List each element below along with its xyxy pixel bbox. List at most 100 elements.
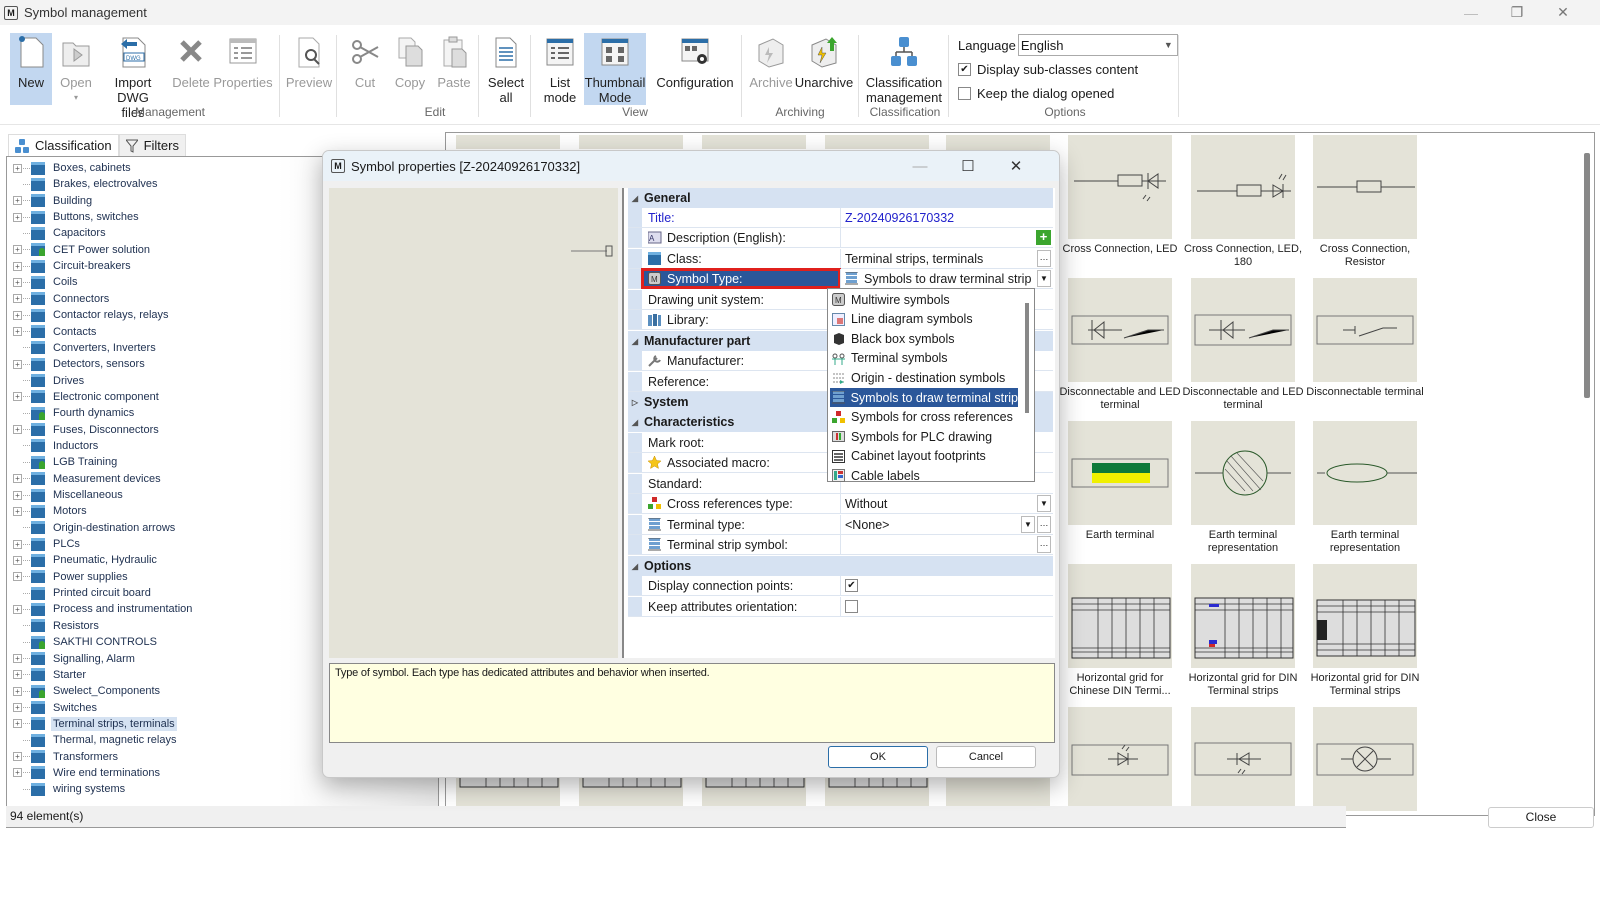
property-value[interactable] [840,597,1053,616]
symbol-type-option[interactable]: Line diagram symbols [830,310,1018,329]
symbol-thumbnail[interactable] [1068,135,1172,239]
select-all-button[interactable]: Select all [484,33,528,105]
tab-classification[interactable]: Classification [8,134,119,156]
expand-icon[interactable]: + [13,490,22,500]
expand-icon[interactable]: + [13,327,22,336]
expand-icon[interactable]: + [13,604,22,614]
expand-icon[interactable]: + [13,310,22,320]
dropdown-scrollbar[interactable] [1025,303,1029,413]
expand-icon[interactable]: + [13,277,22,287]
expand-icon[interactable]: + [13,506,22,516]
open-button[interactable]: Open ▾ [56,33,96,105]
unarchive-button[interactable]: Unarchive [795,33,853,105]
restore-button[interactable]: ❐ [1494,0,1540,25]
symbol-type-option[interactable]: Cable labels [830,466,1018,485]
symbol-type-option[interactable]: M Multiwire symbols [830,290,1018,309]
property-row-cross-references-type[interactable]: Cross references type: Without ▼ [628,494,1053,514]
grid-vertical-scrollbar[interactable] [1584,153,1590,398]
expand-icon[interactable]: + [13,752,22,762]
symbol-thumbnail[interactable] [1191,135,1295,239]
symbol-type-option[interactable]: Origin - destination symbols [830,368,1018,387]
property-value[interactable]: Terminal strips, terminals [840,249,1053,268]
symbol-thumbnail[interactable] [1191,564,1295,668]
expand-icon[interactable]: + [13,196,22,206]
tree-item[interactable]: + Contacts [7,324,98,340]
close-window-button[interactable]: ✕ [1540,0,1586,25]
tree-item[interactable]: + Contactor relays, relays [7,307,171,323]
symbol-thumbnail[interactable] [1313,135,1417,239]
symbol-type-dropdown-button[interactable]: ▼ [1037,270,1051,287]
display-subclasses-option[interactable]: ✔ Display sub-classes content [958,57,1178,81]
browse-ellipsis-button[interactable]: … [1037,536,1051,553]
expand-icon[interactable]: + [13,555,22,565]
terminal-type-dropdown-button[interactable]: ▼ [1021,516,1035,533]
property-row-description[interactable]: A Description (English): + [628,228,1053,248]
tree-item[interactable]: + Transformers [7,749,120,765]
tree-item[interactable]: + Coils [7,274,79,290]
tree-item[interactable]: Origin-destination arrows [7,520,177,536]
paste-button[interactable]: Paste [434,33,474,105]
expand-icon[interactable]: + [13,163,22,173]
collapse-arrow-icon[interactable]: ◢ [628,194,642,203]
tree-item[interactable]: + Switches [7,700,99,716]
tree-item[interactable]: + Building [7,193,94,209]
configuration-button[interactable]: Configuration [656,33,734,105]
symbol-thumbnail[interactable] [1191,421,1295,525]
category-header[interactable]: ◢ Options [628,556,1053,576]
tree-item[interactable]: Inductors [7,438,100,454]
symbol-thumbnail[interactable] [1068,564,1172,668]
expand-icon[interactable]: + [13,261,22,271]
tree-item[interactable]: + Electronic component [7,389,161,405]
tree-item[interactable]: LGB Training [7,454,119,470]
list-mode-button[interactable]: List mode [542,33,578,105]
symbol-type-option[interactable]: Terminal symbols [830,349,1018,368]
tree-item[interactable]: Converters, Inverters [7,340,158,356]
symbol-thumbnail[interactable] [1191,707,1295,811]
collapse-arrow-icon[interactable]: ◢ [628,418,642,427]
tree-item[interactable]: wiring systems [7,781,127,797]
symbol-thumbnail[interactable] [1068,707,1172,811]
tree-item[interactable]: Capacitors [7,225,108,241]
dialog-minimize-button[interactable]: — [897,151,943,181]
browse-ellipsis-button[interactable]: … [1037,250,1051,267]
symbol-type-dropdown-list[interactable]: M Multiwire symbols Line diagram symbols Bl… [827,288,1035,485]
tree-item[interactable]: + CET Power solution [7,242,152,258]
symbol-thumbnail[interactable] [1313,421,1417,525]
symbol-type-option[interactable]: Black box symbols [830,329,1018,348]
dialog-maximize-button[interactable]: ☐ [945,151,991,181]
expand-icon[interactable]: + [13,768,22,778]
tree-item[interactable]: + Terminal strips, terminals [7,716,177,732]
cut-button[interactable]: Cut [346,33,384,105]
symbol-thumbnail[interactable] [702,135,806,149]
tree-item[interactable]: + Signalling, Alarm [7,651,137,667]
symbol-thumbnail[interactable] [1191,278,1295,382]
symbol-thumbnail[interactable] [456,135,560,149]
display-connection-points-checkbox[interactable]: ✔ [845,579,858,592]
cross-ref-dropdown-button[interactable]: ▼ [1037,495,1051,512]
open-dropdown-arrow[interactable]: ▾ [74,90,78,105]
collapse-arrow-icon[interactable]: ◢ [628,562,642,571]
tree-item[interactable]: + Buttons, switches [7,209,141,225]
expand-icon[interactable]: + [13,425,22,435]
tree-item[interactable]: + Miscellaneous [7,487,125,503]
tree-item[interactable]: Fourth dynamics [7,405,136,421]
expand-icon[interactable]: + [13,539,22,549]
keep-dialog-option[interactable]: Keep the dialog opened [958,81,1178,105]
expand-icon[interactable]: + [13,686,22,696]
preview-button[interactable]: Preview [284,33,334,105]
symbol-type-option[interactable]: Symbols for cross references [830,408,1018,427]
expand-icon[interactable]: + [13,703,22,713]
tree-item[interactable]: + Connectors [7,291,111,307]
property-row-symbol-type[interactable]: M Symbol Type: Symbols to draw terminal st… [628,268,1053,289]
expand-icon[interactable]: + [13,654,22,663]
tree-item[interactable]: + Starter [7,667,88,683]
classification-management-button[interactable]: Classification management [866,33,942,105]
expand-icon[interactable]: + [13,294,22,304]
property-row-display-connection-points[interactable]: Display connection points: ✔ [628,576,1053,596]
tree-item[interactable]: SAKTHI CONTROLS [7,634,159,650]
symbol-thumbnail[interactable] [1313,278,1417,382]
cancel-button[interactable]: Cancel [936,746,1036,768]
delete-button[interactable]: Delete [172,33,210,105]
symbol-thumbnail[interactable] [1313,564,1417,668]
display-subclasses-checkbox[interactable]: ✔ [958,62,971,76]
